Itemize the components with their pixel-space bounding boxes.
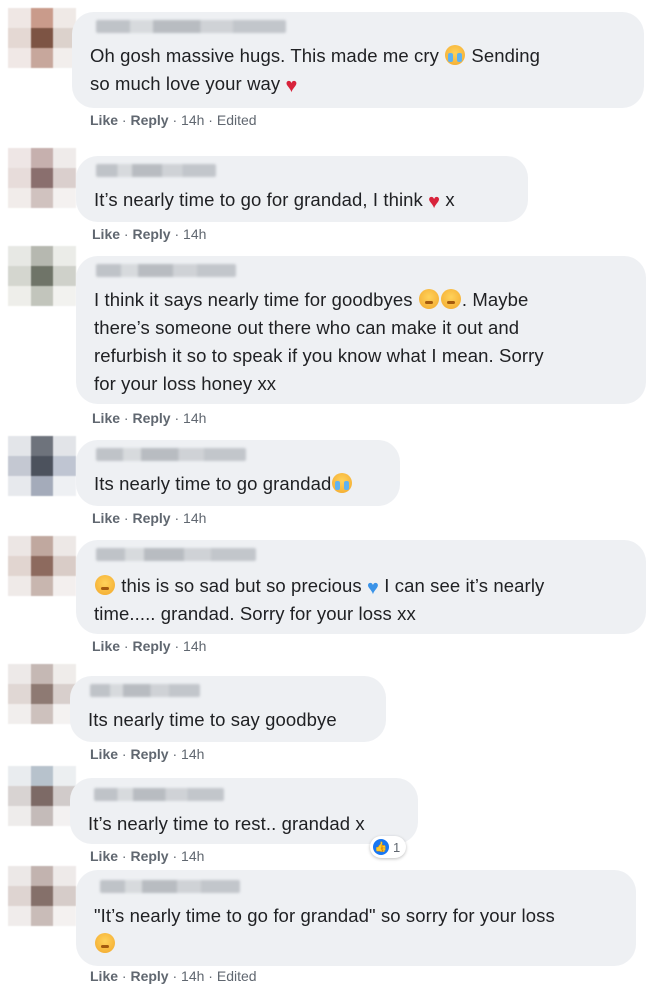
crying-face-icon: [445, 45, 466, 65]
commenter-name[interactable]: [96, 20, 286, 33]
avatar[interactable]: [8, 866, 76, 926]
avatar[interactable]: [8, 148, 76, 208]
comment-text: this is so sad but so precious ♥ I can s…: [94, 575, 545, 624]
comment-text: "It’s nearly time to go for grandad" so …: [94, 902, 555, 958]
reply-link[interactable]: Reply: [132, 410, 170, 426]
timestamp[interactable]: 14h: [183, 226, 206, 242]
commenter-name[interactable]: [90, 684, 200, 697]
reply-link[interactable]: Reply: [130, 848, 168, 864]
commenter-name[interactable]: [96, 548, 256, 561]
timestamp[interactable]: 14h: [181, 112, 204, 128]
commenter-name[interactable]: [96, 264, 236, 277]
like-link[interactable]: Like: [92, 510, 120, 526]
reply-link[interactable]: Reply: [132, 638, 170, 654]
comment-actions: Like · Reply · 14h · Edited: [90, 112, 257, 128]
sad-face-icon: [440, 289, 461, 309]
timestamp[interactable]: 14h: [181, 848, 204, 864]
comment-actions: Like · Reply · 14h: [92, 410, 207, 426]
like-link[interactable]: Like: [92, 410, 120, 426]
blue-heart-icon: ♥: [367, 577, 380, 599]
reply-link[interactable]: Reply: [130, 968, 168, 984]
comment-bubble: "It’s nearly time to go for grandad" so …: [76, 870, 636, 966]
comment-bubble: It’s nearly time to rest.. grandad x: [70, 778, 418, 844]
reaction-count[interactable]: 👍 1: [370, 836, 407, 858]
comment-bubble: Its nearly time to go grandad: [76, 440, 400, 506]
comment-actions: Like · Reply · 14h: [90, 746, 205, 762]
edited-label: Edited: [216, 112, 257, 128]
timestamp[interactable]: 14h: [183, 638, 206, 654]
comment-text: Oh gosh massive hugs. This made me cry S…: [90, 45, 541, 97]
comment-text: I think it says nearly time for goodbyes…: [94, 289, 544, 394]
comment-actions: Like · Reply · 14h: [92, 638, 207, 654]
commenter-name[interactable]: [100, 880, 240, 893]
comment-text: It’s nearly time to rest.. grandad x: [88, 813, 365, 834]
broken-heart-icon: ♥: [428, 191, 441, 213]
timestamp[interactable]: 14h: [181, 968, 204, 984]
reply-link[interactable]: Reply: [130, 746, 168, 762]
comment-text: It’s nearly time to go for grandad, I th…: [94, 189, 455, 213]
sad-face-icon: [418, 289, 439, 309]
comment-bubble: Its nearly time to say goodbye: [70, 676, 386, 742]
commenter-name[interactable]: [96, 164, 216, 177]
thumbs-up-icon: 👍: [373, 839, 389, 855]
avatar[interactable]: [8, 8, 76, 68]
like-link[interactable]: Like: [90, 968, 118, 984]
like-link[interactable]: Like: [92, 638, 120, 654]
like-link[interactable]: Like: [90, 848, 118, 864]
comment-bubble: It’s nearly time to go for grandad, I th…: [76, 156, 528, 222]
like-link[interactable]: Like: [90, 746, 118, 762]
comment-bubble: I think it says nearly time for goodbyes…: [76, 256, 646, 404]
avatar[interactable]: [8, 766, 76, 826]
comment-text: Its nearly time to say goodbye: [88, 709, 337, 730]
commenter-name[interactable]: [96, 448, 246, 461]
comment-actions: Like · Reply · 14h: [90, 848, 205, 864]
comment-text: Its nearly time to go grandad: [94, 470, 353, 498]
timestamp[interactable]: 14h: [183, 410, 206, 426]
comment-bubble: Oh gosh massive hugs. This made me cry S…: [72, 12, 644, 108]
avatar[interactable]: [8, 246, 76, 306]
heart-icon: ♥: [285, 75, 298, 97]
reply-link[interactable]: Reply: [130, 112, 168, 128]
avatar[interactable]: [8, 664, 76, 724]
reply-link[interactable]: Reply: [132, 226, 170, 242]
sad-face-icon: [95, 575, 115, 595]
sad-face-icon: [95, 933, 115, 953]
comment-actions: Like · Reply · 14h: [92, 226, 207, 242]
like-link[interactable]: Like: [90, 112, 118, 128]
comment-thread: Oh gosh massive hugs. This made me cry S…: [0, 0, 650, 1000]
reply-link[interactable]: Reply: [132, 510, 170, 526]
avatar[interactable]: [8, 536, 76, 596]
comment-actions: Like · Reply · 14h · Edited: [90, 968, 257, 984]
avatar[interactable]: [8, 436, 76, 496]
comment-bubble: this is so sad but so precious ♥ I can s…: [76, 540, 646, 634]
timestamp[interactable]: 14h: [183, 510, 206, 526]
comment-actions: Like · Reply · 14h: [92, 510, 207, 526]
timestamp[interactable]: 14h: [181, 746, 204, 762]
commenter-name[interactable]: [94, 788, 224, 801]
like-link[interactable]: Like: [92, 226, 120, 242]
crying-face-icon: [332, 473, 353, 493]
edited-label: Edited: [216, 968, 257, 984]
